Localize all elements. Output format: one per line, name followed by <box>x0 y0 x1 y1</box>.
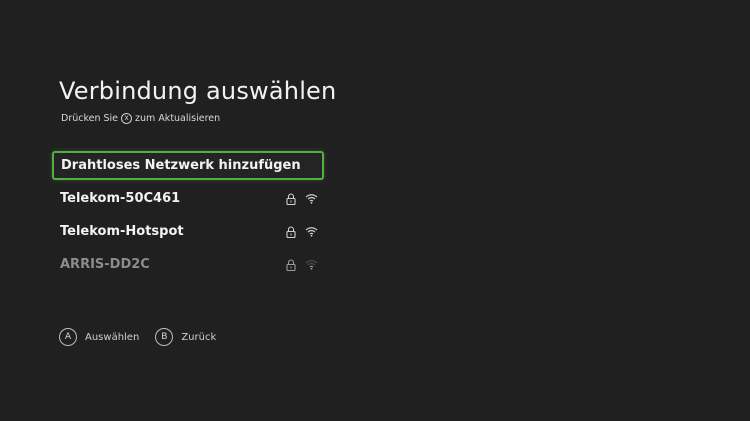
controller-hints: A Auswählen B Zurück <box>59 328 232 346</box>
select-hint-label: Auswählen <box>85 331 140 343</box>
network-status-icons <box>286 184 318 213</box>
network-item-arris-dd2c[interactable]: ARRIS-DD2C <box>52 250 324 279</box>
wifi-icon <box>305 194 318 204</box>
refresh-hint-suffix: zum Aktualisieren <box>135 113 221 124</box>
select-hint[interactable]: A Auswählen <box>59 328 139 346</box>
lock-icon <box>286 192 296 205</box>
refresh-hint: Drücken Sie X zum Aktualisieren <box>61 113 220 124</box>
x-button-icon: X <box>121 113 133 124</box>
network-item-telekom-50c461[interactable]: Telekom-50C461 <box>52 184 324 213</box>
network-status-icons <box>286 217 318 246</box>
network-status-icons <box>286 250 318 279</box>
network-list: Drahtloses Netzwerk hinzufügen Telekom-5… <box>52 151 324 283</box>
network-label: Telekom-Hotspot <box>60 224 184 239</box>
wifi-icon <box>305 260 318 270</box>
b-button-icon: B <box>155 328 174 346</box>
lock-icon <box>286 225 296 238</box>
network-label: Telekom-50C461 <box>60 191 181 206</box>
page-title: Verbindung auswählen <box>59 77 337 105</box>
network-selection-screen: Verbindung auswählen Drücken Sie X zum A… <box>0 0 750 421</box>
back-hint-label: Zurück <box>181 331 217 343</box>
network-label: ARRIS-DD2C <box>60 257 150 272</box>
network-label: Drahtloses Netzwerk hinzufügen <box>61 158 301 173</box>
a-button-icon: A <box>59 328 77 346</box>
add-wireless-network-item[interactable]: Drahtloses Netzwerk hinzufügen <box>52 151 324 180</box>
wifi-icon <box>305 227 318 237</box>
back-hint[interactable]: B Zurück <box>155 328 216 346</box>
lock-icon <box>286 258 296 271</box>
refresh-hint-prefix: Drücken Sie <box>61 113 119 124</box>
network-item-telekom-hotspot[interactable]: Telekom-Hotspot <box>52 217 324 246</box>
